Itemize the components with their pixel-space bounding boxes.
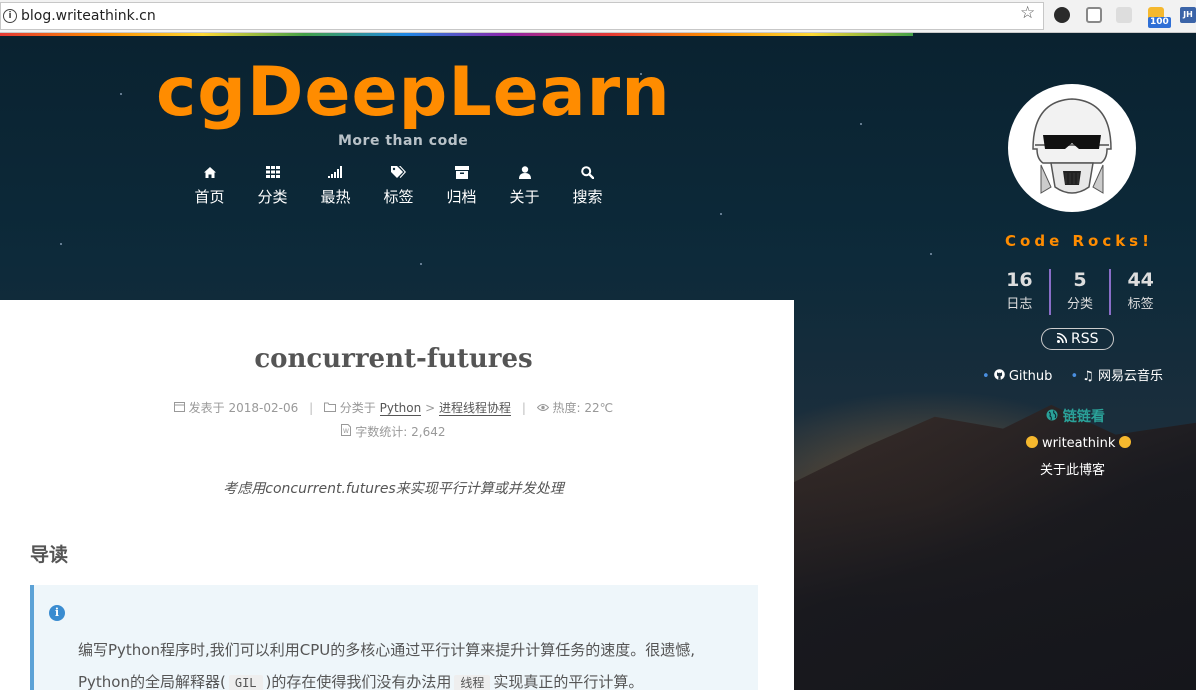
nav-item-categories[interactable]: 分类 <box>241 166 304 207</box>
shield-extension-icon[interactable] <box>1086 7 1102 23</box>
stat-tags[interactable]: 44 标签 <box>1109 269 1170 315</box>
sidebar-motto: Code Rocks! <box>1005 232 1153 250</box>
nav-label: 分类 <box>257 188 288 206</box>
address-bar[interactable]: i blog.writeathink.cn <box>0 2 1044 30</box>
globe-icon <box>1046 409 1063 425</box>
stat-label: 日志 <box>1006 297 1033 312</box>
inline-code: GIL <box>228 675 263 690</box>
post-wordcount: W 字数统计: 2,642 <box>0 423 787 440</box>
archive-icon <box>430 166 493 182</box>
signal-icon <box>304 166 367 182</box>
about-blog-link[interactable]: 关于此博客 <box>1040 459 1105 478</box>
profile-extension-icon[interactable]: JH <box>1180 7 1196 23</box>
nav-label: 搜索 <box>572 188 603 206</box>
nav-item-home[interactable]: 首页 <box>178 166 241 207</box>
nav-item-about[interactable]: 关于 <box>493 166 556 207</box>
stat-posts[interactable]: 16 日志 <box>990 269 1049 315</box>
url-text[interactable]: blog.writeathink.cn <box>21 8 156 24</box>
nav-label: 最热 <box>320 188 351 206</box>
wordcount-label: 字数统计: <box>355 425 408 439</box>
social-link-netease-music[interactable]: • ♫ 网易云音乐 <box>1070 369 1162 384</box>
browser-toolbar: i blog.writeathink.cn ☆ 100 JH <box>0 0 1196 33</box>
site-subtitle: More than code <box>338 133 469 149</box>
nav-label: 关于 <box>509 188 540 206</box>
site-stats: 16 日志 5 分类 44 标签 <box>990 269 1170 315</box>
eye-icon <box>536 401 553 415</box>
github-icon <box>993 369 1005 384</box>
search-icon <box>556 166 619 182</box>
published-label: 发表于 <box>188 401 225 415</box>
post-description: 考虑用concurrent.futures来实现平行计算或并发处理 <box>223 481 564 497</box>
nav-label: 标签 <box>383 188 414 206</box>
blogroll-title: 链链看 <box>1046 406 1105 426</box>
inline-code: 线程 <box>454 675 491 690</box>
post-meta: 发表于 2018-02-06 | 分类于 Python > 进程线程协程 | 热… <box>0 399 787 416</box>
heat-label: 热度: <box>552 401 581 415</box>
rss-icon <box>1056 331 1071 347</box>
avatar <box>1008 84 1136 212</box>
site-info-icon[interactable]: i <box>3 9 17 23</box>
nav-label: 归档 <box>446 188 477 206</box>
grid-icon <box>241 166 304 182</box>
bookmark-star-icon[interactable]: ☆ <box>1020 3 1035 23</box>
social-links: • Github • ♫ 网易云音乐 <box>982 365 1163 384</box>
emoji-icon <box>1026 436 1038 448</box>
svg-text:W: W <box>343 428 349 435</box>
blogroll-link-writeathink[interactable]: writeathink <box>1022 436 1135 451</box>
post-card: concurrent-futures 发表于 2018-02-06 | 分类于 … <box>0 300 794 690</box>
nav-label: 首页 <box>194 188 225 206</box>
emoji-icon <box>1119 436 1132 448</box>
nav-item-archive[interactable]: 归档 <box>430 166 493 207</box>
stat-categories[interactable]: 5 分类 <box>1048 269 1110 315</box>
music-icon: ♫ <box>1082 369 1094 384</box>
category-link-process-thread[interactable]: 进程线程协程 <box>438 401 511 416</box>
info-note: i 编写Python程序时,我们可以利用CPU的多核心通过平行计算来提升计算任务… <box>30 585 758 690</box>
social-link-github[interactable]: • Github <box>982 369 1056 384</box>
evernote-extension-icon[interactable] <box>1054 7 1070 23</box>
page-background: cgDeepLearn More than code 首页 分类 最热 标签 归… <box>0 33 1196 690</box>
category-label: 分类于 <box>339 401 376 415</box>
extension-badge: 100 <box>1148 17 1171 28</box>
home-icon <box>178 166 241 182</box>
stat-count: 16 <box>1006 269 1033 291</box>
main-nav: 首页 分类 最热 标签 归档 关于 搜索 <box>178 166 619 207</box>
wordcount-value: 2,642 <box>411 425 446 439</box>
stat-label: 标签 <box>1127 297 1154 312</box>
user-icon <box>493 166 556 182</box>
section-heading: 导读 <box>30 544 69 566</box>
stat-count: 5 <box>1073 269 1087 291</box>
post-title[interactable]: concurrent-futures <box>0 344 787 374</box>
mountain-silhouette <box>794 404 1196 690</box>
stat-count: 44 <box>1127 269 1154 291</box>
tags-icon <box>367 166 430 182</box>
nav-item-tags[interactable]: 标签 <box>367 166 430 207</box>
file-word-icon: W <box>341 424 355 439</box>
note-text: Python的全局解释器(GIL)的存在使得我们没有办法用 线程 实现真正的平行计算… <box>78 673 644 690</box>
rss-label: RSS <box>1070 331 1099 347</box>
nav-item-search[interactable]: 搜索 <box>556 166 619 207</box>
heat-value: 22℃ <box>584 401 614 415</box>
published-date: 2018-02-06 <box>228 401 299 415</box>
nav-item-hot[interactable]: 最热 <box>304 166 367 207</box>
folder-icon <box>323 401 340 415</box>
stat-label: 分类 <box>1067 297 1094 312</box>
note-text: 编写Python程序时,我们可以利用CPU的多核心通过平行计算来提升计算任务的速… <box>78 641 696 659</box>
category-link-python[interactable]: Python <box>379 401 422 416</box>
calendar-icon <box>173 401 189 415</box>
info-circle-icon: i <box>49 605 65 621</box>
site-title[interactable]: cgDeepLearn <box>156 53 671 132</box>
rainbow-bar <box>0 33 913 36</box>
rss-button[interactable]: RSS <box>1041 328 1114 350</box>
extension-icon[interactable] <box>1116 7 1132 23</box>
